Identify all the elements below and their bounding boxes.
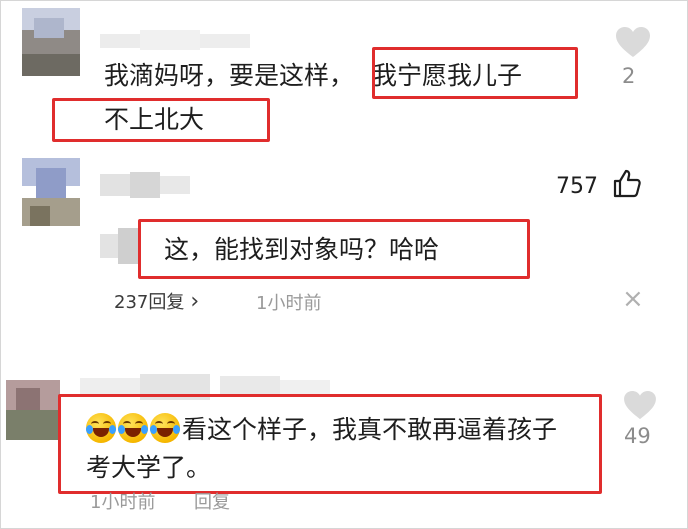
avatar[interactable] — [6, 380, 60, 440]
avatar[interactable] — [22, 8, 80, 76]
like-count: 757 — [556, 174, 598, 199]
like-count: 49 — [624, 424, 651, 448]
username-blurred[interactable] — [100, 172, 190, 198]
like-button[interactable] — [620, 390, 660, 422]
chevron-right-icon: › — [190, 289, 200, 314]
comment-1: 我滴妈呀，要是这样， 我宁愿我儿子 不上北大 2 — [0, 0, 688, 150]
highlight-box — [52, 98, 270, 142]
reply-button[interactable]: 回复 — [194, 488, 230, 514]
reply-author-blurred[interactable] — [100, 228, 140, 268]
highlight-box — [372, 47, 578, 99]
timestamp: 1小时前 — [256, 293, 322, 314]
thumbs-up-icon — [613, 169, 641, 198]
comment-3: 看这个样子，我真不敢再逼着孩子 考大学了。 49 1小时前 回复 — [0, 360, 688, 529]
like-count: 2 — [622, 64, 636, 88]
timestamp: 1小时前 — [90, 492, 156, 513]
reply-count-button[interactable]: 237回复 › — [114, 288, 199, 314]
avatar[interactable] — [22, 158, 80, 226]
highlight-box — [58, 394, 602, 494]
highlight-box — [138, 219, 530, 279]
heart-icon — [616, 27, 650, 57]
close-icon[interactable]: × — [622, 284, 644, 314]
like-button[interactable] — [610, 168, 644, 202]
heart-icon — [624, 390, 656, 420]
like-button[interactable] — [610, 26, 656, 62]
username-blurred[interactable] — [100, 30, 250, 52]
comment-2: 757 这，能找到对象吗？哈哈 237回复 › 1小时前 × — [0, 150, 688, 350]
